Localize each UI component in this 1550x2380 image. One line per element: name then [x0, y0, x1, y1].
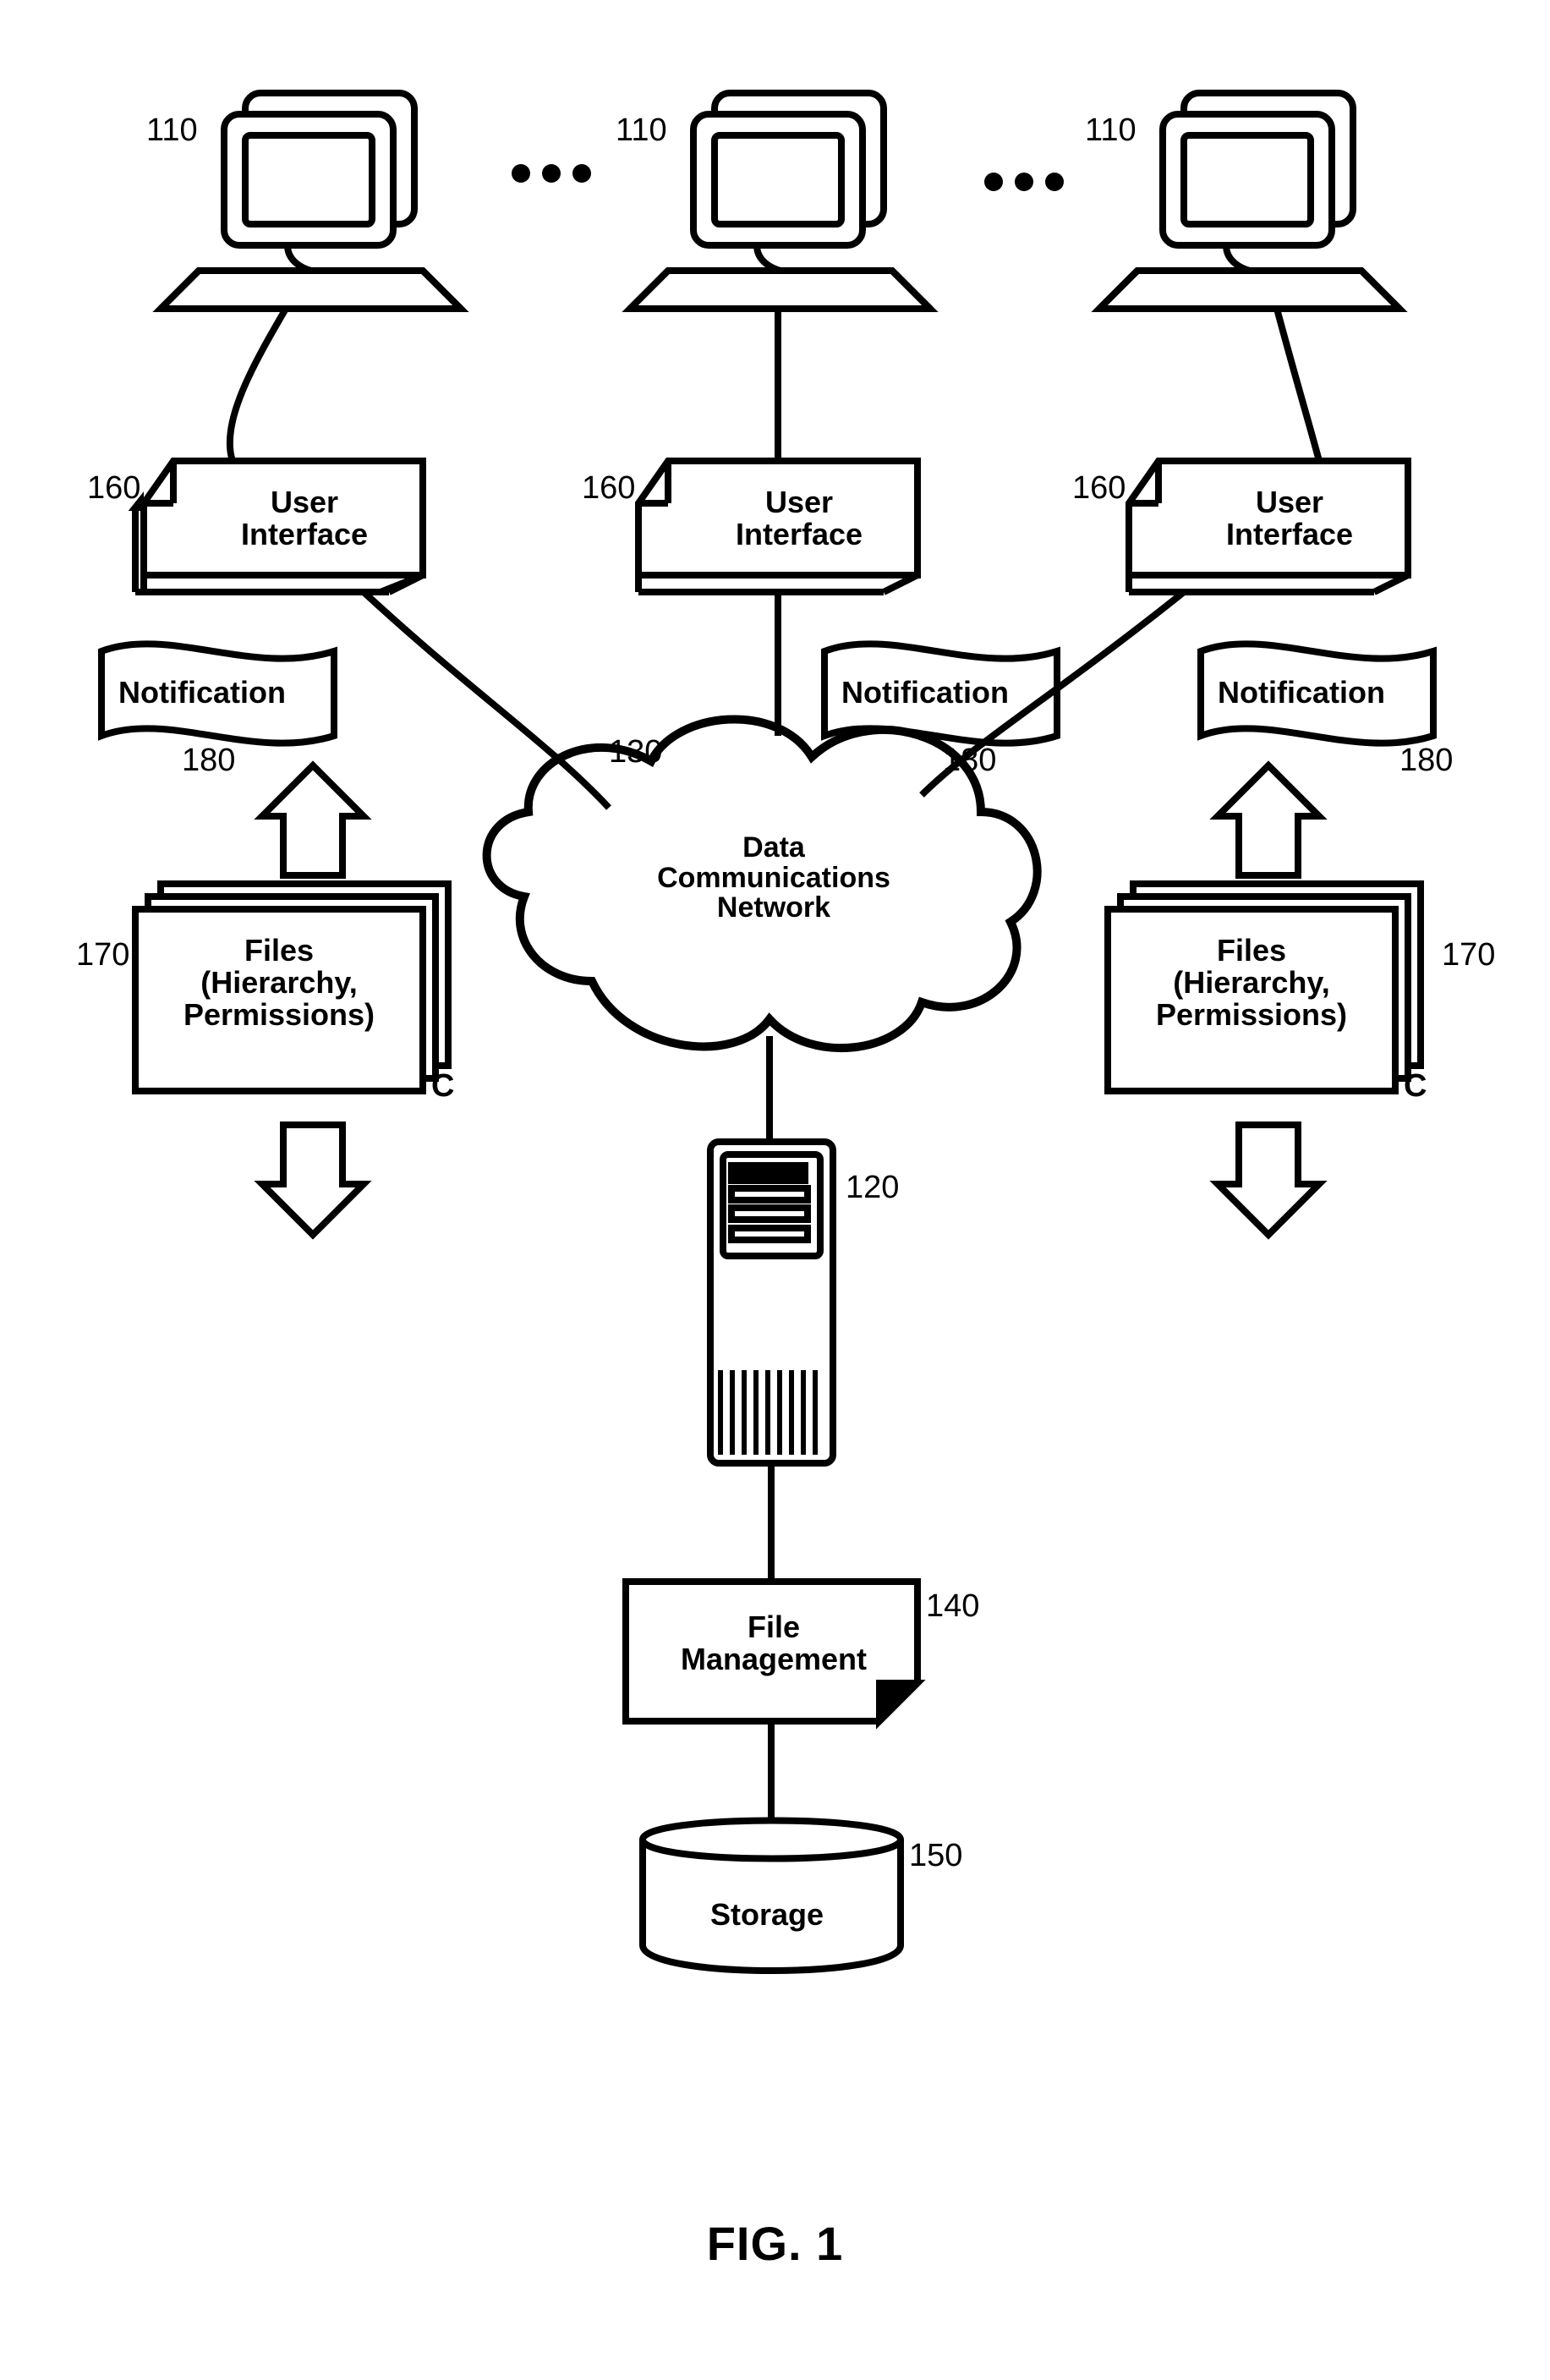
storage-cylinder — [643, 1821, 901, 1971]
files-c-right: C — [1404, 1070, 1427, 1102]
ref-ui-3: 160 — [1072, 472, 1126, 504]
ref-files-left: 170 — [76, 939, 129, 971]
filemgmt-label: File Management — [668, 1611, 879, 1675]
computer-icon — [1099, 93, 1399, 309]
arrow-down-icon — [262, 1125, 364, 1235]
files-label-left: Files (Hierarchy, Permissions) — [156, 935, 402, 1030]
arrow-down-icon — [1218, 1125, 1319, 1235]
computer-icon — [161, 93, 461, 309]
ui-label-1: User Interface — [220, 486, 389, 551]
files-label-right: Files (Hierarchy, Permissions) — [1129, 935, 1374, 1030]
ui-label-2: User Interface — [715, 486, 884, 551]
files-c-left: C — [431, 1070, 454, 1102]
ref-ui-2: 160 — [582, 472, 635, 504]
ref-storage: 150 — [909, 1840, 962, 1872]
diagram-svg — [0, 0, 1550, 2380]
ref-notif-3: 180 — [1399, 744, 1453, 776]
ui-label-3: User Interface — [1205, 486, 1374, 551]
ellipsis-icon — [512, 164, 591, 183]
arrow-up-icon — [262, 765, 364, 875]
ref-files-right: 170 — [1442, 939, 1495, 971]
ref-cloud: 130 — [609, 736, 662, 768]
ellipsis-icon — [984, 173, 1064, 191]
cloud-label: Data Communications Network — [638, 833, 909, 924]
figure-1-diagram: 110 110 110 160 160 160 User Interface U… — [0, 0, 1550, 2380]
storage-label: Storage — [710, 1899, 824, 1931]
ref-server: 120 — [846, 1171, 899, 1204]
server-icon — [710, 1142, 833, 1463]
ref-computer-1: 110 — [146, 114, 198, 146]
figure-caption: FIG. 1 — [0, 2216, 1550, 2271]
notif-label-3: Notification — [1218, 677, 1385, 709]
ref-computer-2: 110 — [616, 114, 667, 146]
ref-ui-1: 160 — [87, 472, 140, 504]
ref-filemgmt: 140 — [926, 1590, 979, 1622]
arrow-up-icon — [1218, 765, 1319, 875]
computer-icon — [630, 93, 930, 309]
notif-label-1: Notification — [118, 677, 286, 709]
ref-notif-1: 180 — [182, 744, 235, 776]
ref-computer-3: 110 — [1085, 114, 1136, 146]
notif-label-2: Notification — [841, 677, 1009, 709]
ref-notif-2: 180 — [943, 744, 996, 776]
